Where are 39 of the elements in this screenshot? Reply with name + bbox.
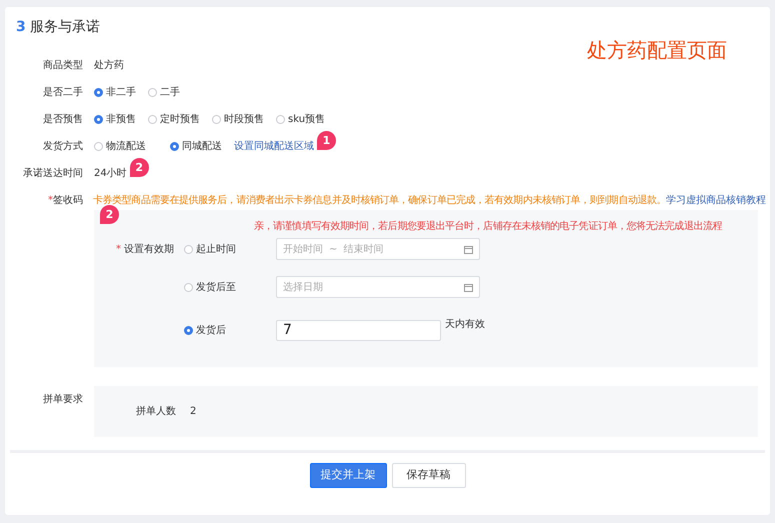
radio-option[interactable]: 发货后至 — [184, 280, 264, 294]
field-label: 拼单要求 — [42, 392, 83, 407]
submit-button[interactable]: 提交并上架 — [310, 463, 386, 488]
radio-option[interactable]: 时段预售 — [212, 112, 264, 127]
required-mark: * — [116, 244, 121, 254]
field-label: 承诺送达时间 — [22, 166, 83, 181]
calendar-icon — [464, 244, 473, 254]
required-mark: * — [48, 194, 53, 206]
days-input[interactable]: 7 — [276, 320, 441, 340]
field-label: 是否二手 — [42, 86, 83, 100]
notice-text: 卡券类型商品需要在提供服务后，请消费者出示卡券信息并及时核销订单，确保订单已完成，若有效期内未核销订单，则到期自动退款。 — [93, 194, 666, 208]
section-number: 3 — [16, 18, 26, 37]
field-label: 签收码 — [53, 194, 83, 206]
page-caption: 处方药配置页面 — [587, 37, 727, 64]
radio-option[interactable]: 二手 — [148, 85, 180, 100]
tutorial-link[interactable]: 学习虚拟商品核销教程 — [666, 192, 766, 208]
save-draft-button[interactable]: 保存草稿 — [392, 463, 466, 488]
marker-badge: 2 — [100, 205, 119, 224]
field-value: 24小时 — [94, 166, 127, 181]
radio-option[interactable]: 发货后 — [184, 322, 264, 338]
field-value: 处方药 — [94, 58, 124, 73]
field-label: 商品类型 — [42, 58, 83, 73]
section-title: 服务与承诺 — [30, 18, 100, 37]
field-value: 2 — [190, 405, 196, 419]
field-label: 是否预售 — [42, 113, 83, 127]
area-link[interactable]: 设置同城配送区域 — [234, 139, 314, 154]
radio-option[interactable]: 起止时间 — [184, 242, 264, 256]
field-label: 发货方式 — [42, 140, 83, 154]
suffix-text: 天内有效 — [445, 318, 485, 332]
field-label: 设置有效期 — [124, 244, 174, 254]
radio-option[interactable]: sku预售 — [276, 112, 326, 127]
calendar-icon — [464, 282, 473, 292]
radio-option[interactable]: 物流配送 — [94, 139, 146, 154]
radio-option[interactable]: 非预售 — [94, 112, 136, 127]
warning-text: 亲，请谨慎填写有效期时间，若后期您要退出平台时，店铺存在未核销的电子凭证订单，您将无法完成退出流程 — [254, 220, 722, 234]
radio-option[interactable]: 非二手 — [94, 85, 136, 100]
radio-option[interactable]: 定时预售 — [148, 112, 200, 127]
radio-option[interactable]: 同城配送 — [170, 139, 222, 154]
field-label: 拼单人数 — [136, 404, 176, 419]
